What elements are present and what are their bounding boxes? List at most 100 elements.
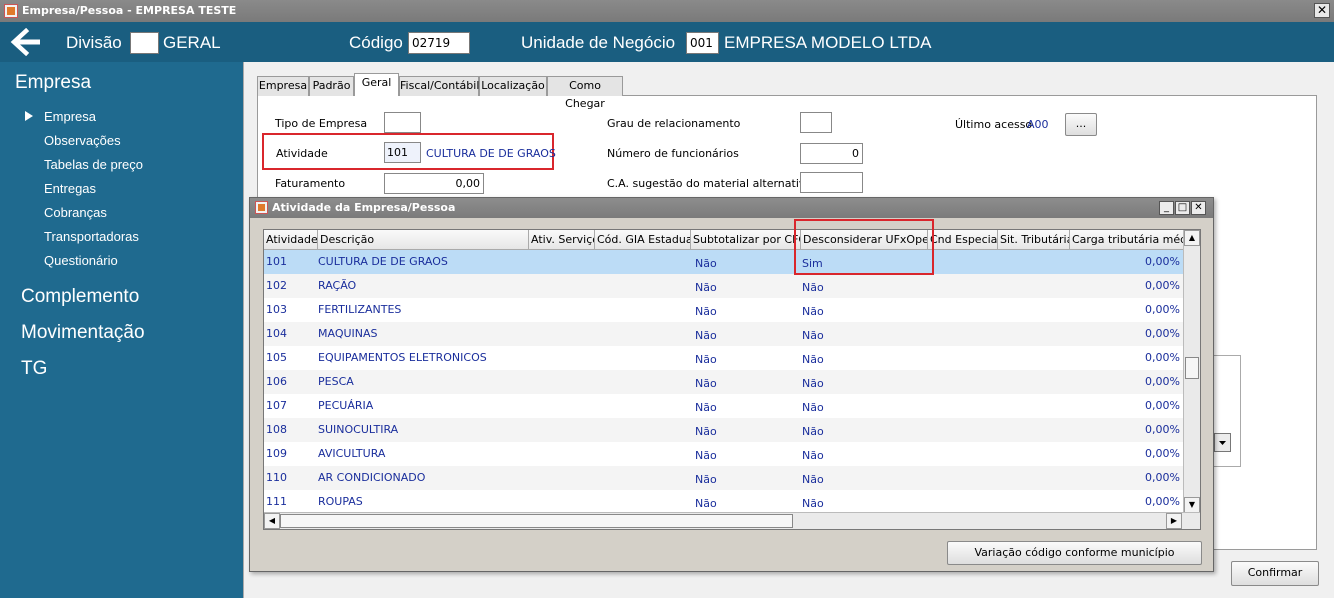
highlight-desconsiderar — [794, 219, 934, 275]
num-funcionarios-label: Número de funcionários — [607, 147, 739, 160]
col-cod-gia[interactable]: Cód. GIA Estadual — [595, 230, 691, 250]
sidebar-item-cobrancas[interactable]: Cobranças — [44, 205, 107, 220]
tipo-empresa-input[interactable] — [384, 112, 421, 133]
tab-geral[interactable]: Geral — [354, 73, 399, 96]
tab-localizacao[interactable]: Localização — [479, 76, 547, 96]
sidebar-item-questionario[interactable]: Questionário — [44, 253, 118, 268]
sidebar-item-observacoes[interactable]: Observações — [44, 133, 121, 148]
col-sit-tributaria[interactable]: Sit. Tributária — [998, 230, 1070, 250]
cell-atividade: 106 — [266, 375, 287, 388]
app-icon — [4, 4, 18, 18]
col-cnd-especial[interactable]: Cnd Especial — [928, 230, 998, 250]
col-subtotalizar[interactable]: Subtotalizar por CFOP — [691, 230, 801, 250]
hscroll-thumb[interactable] — [280, 514, 793, 528]
vertical-scrollbar[interactable]: ▲ ▼ — [1183, 230, 1200, 513]
sidebar-group-movimentacao[interactable]: Movimentação — [21, 322, 145, 344]
window-title: Empresa/Pessoa - EMPRESA TESTE — [22, 4, 237, 17]
cell-subtotalizar: Não — [695, 305, 717, 318]
cell-descricao: EQUIPAMENTOS ELETRONICOS — [318, 351, 487, 364]
cell-subtotalizar: Não — [695, 257, 717, 270]
grau-relacionamento-input[interactable] — [800, 112, 832, 133]
cell-atividade: 101 — [266, 255, 287, 268]
grid-header: Atividade Descrição Ativ. Serviço Cód. G… — [264, 230, 1184, 250]
col-descricao[interactable]: Descrição — [318, 230, 529, 250]
atividade-name: CULTURA DE DE GRAOS — [426, 147, 556, 160]
cell-carga: 0,00% — [1145, 447, 1180, 460]
minimize-button[interactable]: _ — [1159, 201, 1174, 215]
cell-desconsiderar: Não — [802, 449, 824, 462]
atividade-dialog: Atividade da Empresa/Pessoa _ □ ✕ Ativid… — [249, 197, 1214, 572]
cell-descricao: CULTURA DE DE GRAOS — [318, 255, 448, 268]
col-carga-tributaria[interactable]: Carga tributária média — [1070, 230, 1184, 250]
cell-atividade: 111 — [266, 495, 287, 508]
tab-fiscal-contabil[interactable]: Fiscal/Contábil — [399, 76, 479, 96]
sidebar-section-empresa[interactable]: Empresa — [15, 72, 91, 94]
num-funcionarios-input[interactable]: 0 — [800, 143, 863, 164]
scroll-thumb[interactable] — [1185, 357, 1199, 379]
scroll-left-icon[interactable]: ◀ — [264, 513, 280, 529]
sidebar-item-entregas[interactable]: Entregas — [44, 181, 96, 196]
faturamento-input[interactable]: 0,00 — [384, 173, 484, 194]
table-row[interactable]: 108 SUINOCULTIRA Não Não 0,00% — [264, 418, 1184, 442]
cell-descricao: MAQUINAS — [318, 327, 378, 340]
divisao-name: GERAL — [163, 33, 221, 52]
cell-carga: 0,00% — [1145, 423, 1180, 436]
window-close-button[interactable]: ✕ — [1314, 3, 1330, 18]
dropdown-arrow-icon[interactable] — [1214, 433, 1231, 452]
back-arrow-icon[interactable] — [10, 28, 44, 56]
cell-descricao: PECUÁRIA — [318, 399, 374, 412]
sidebar-item-empresa[interactable]: Empresa — [44, 109, 96, 124]
cell-atividade: 105 — [266, 351, 287, 364]
table-row[interactable]: 102 RAÇÃO Não Não 0,00% — [264, 274, 1184, 298]
sidebar-item-tabelas-preco[interactable]: Tabelas de preço — [44, 157, 143, 172]
table-row[interactable]: 110 AR CONDICIONADO Não Não 0,00% — [264, 466, 1184, 490]
tab-empresa[interactable]: Empresa — [257, 76, 309, 96]
cell-atividade: 103 — [266, 303, 287, 316]
cell-carga: 0,00% — [1145, 327, 1180, 340]
unidade-code-input[interactable]: 001 — [686, 32, 719, 54]
cell-descricao: RAÇÃO — [318, 279, 357, 292]
tipo-empresa-label: Tipo de Empresa — [275, 117, 368, 130]
ca-sugestao-input[interactable] — [800, 172, 863, 193]
atividade-code-input[interactable]: 101 — [384, 142, 421, 163]
confirm-button[interactable]: Confirmar — [1231, 561, 1319, 586]
maximize-button[interactable]: □ — [1175, 201, 1190, 215]
cell-desconsiderar: Não — [802, 281, 824, 294]
scroll-up-icon[interactable]: ▲ — [1184, 230, 1200, 246]
dialog-title: Atividade da Empresa/Pessoa — [272, 201, 456, 214]
table-row[interactable]: 111 ROUPAS Não Não 0,00% — [264, 490, 1184, 514]
divisao-input[interactable] — [130, 32, 159, 54]
dialog-close-button[interactable]: ✕ — [1191, 201, 1206, 215]
atividade-grid[interactable]: Atividade Descrição Ativ. Serviço Cód. G… — [263, 229, 1201, 530]
cell-descricao: SUINOCULTIRA — [318, 423, 399, 436]
ellipsis-button[interactable]: ... — [1065, 113, 1097, 136]
horizontal-scrollbar[interactable]: ◀ ▶ — [264, 512, 1200, 529]
col-atividade[interactable]: Atividade — [264, 230, 318, 250]
table-row[interactable]: 105 EQUIPAMENTOS ELETRONICOS Não Não 0,00% — [264, 346, 1184, 370]
variation-button[interactable]: Variação código conforme município — [947, 541, 1202, 565]
cell-subtotalizar: Não — [695, 473, 717, 486]
table-row[interactable]: 109 AVICULTURA Não Não 0,00% — [264, 442, 1184, 466]
divisao-label: Divisão — [66, 33, 122, 52]
table-row[interactable]: 101 CULTURA DE DE GRAOS Não Sim 0,00% — [264, 250, 1184, 274]
sidebar-item-transportadoras[interactable]: Transportadoras — [44, 229, 139, 244]
tab-padrao[interactable]: Padrão — [309, 76, 354, 96]
tab-como-chegar[interactable]: Como Chegar — [547, 76, 623, 110]
table-row[interactable]: 107 PECUÁRIA Não Não 0,00% — [264, 394, 1184, 418]
cell-carga: 0,00% — [1145, 303, 1180, 316]
ca-sugestao-label: C.A. sugestão do material alternativo — [607, 177, 813, 190]
cell-desconsiderar: Não — [802, 305, 824, 318]
col-ativ-servico[interactable]: Ativ. Serviço — [529, 230, 595, 250]
cell-subtotalizar: Não — [695, 377, 717, 390]
codigo-input[interactable]: 02719 — [408, 32, 470, 54]
scroll-right-icon[interactable]: ▶ — [1166, 513, 1182, 529]
cell-carga: 0,00% — [1145, 351, 1180, 364]
sidebar-group-complemento[interactable]: Complemento — [21, 286, 139, 308]
table-row[interactable]: 104 MAQUINAS Não Não 0,00% — [264, 322, 1184, 346]
sidebar-group-tg[interactable]: TG — [21, 358, 47, 380]
cell-subtotalizar: Não — [695, 329, 717, 342]
table-row[interactable]: 106 PESCA Não Não 0,00% — [264, 370, 1184, 394]
scroll-down-icon[interactable]: ▼ — [1184, 497, 1200, 513]
table-row[interactable]: 103 FERTILIZANTES Não Não 0,00% — [264, 298, 1184, 322]
cell-desconsiderar: Não — [802, 473, 824, 486]
